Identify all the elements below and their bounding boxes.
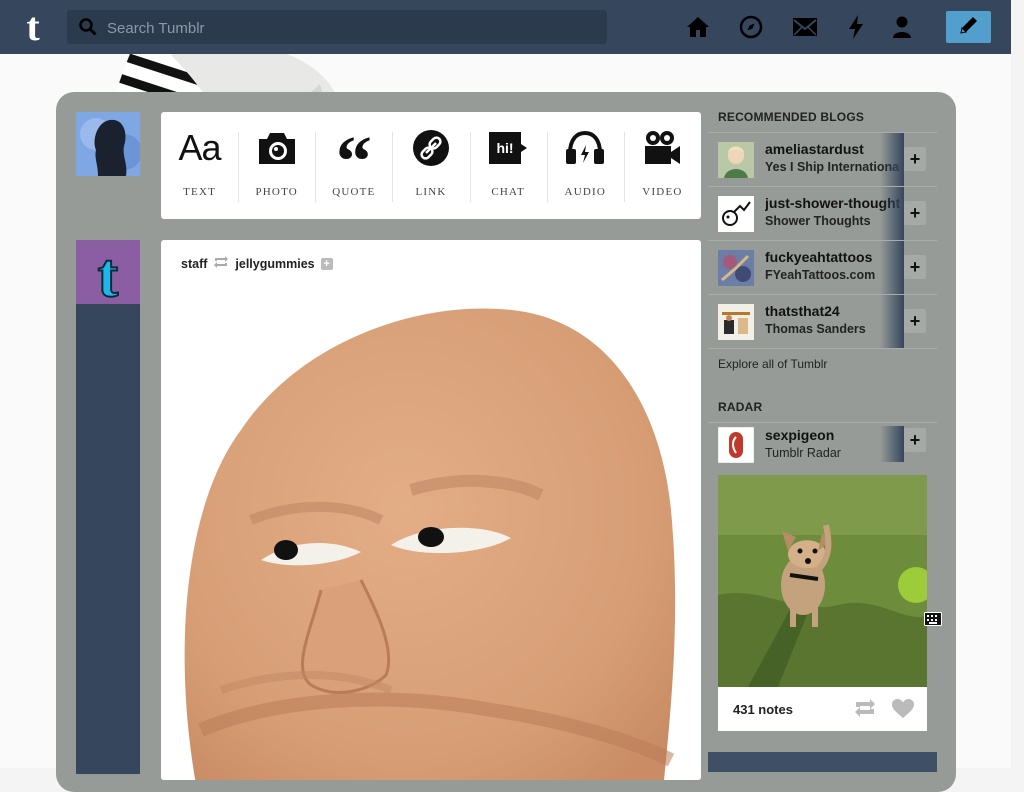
explore-link[interactable]: Explore all of Tumblr (708, 348, 937, 378)
recommended-blogs-title: RECOMMENDED BLOGS (718, 110, 865, 124)
row-fade (880, 426, 904, 462)
follow-button[interactable]: + (904, 201, 926, 225)
chat-icon: hi! (487, 126, 529, 170)
row-fade (880, 295, 904, 348)
home-icon[interactable] (685, 14, 711, 40)
row-fade (880, 133, 904, 186)
post-type-photo[interactable]: PHOTO (238, 112, 315, 219)
recommended-blog-row[interactable]: just-shower-thoughts Shower Thoughts + (708, 186, 937, 240)
camera-icon (257, 126, 297, 170)
notes-count[interactable]: 431 notes (733, 702, 793, 717)
reblog-icon (213, 256, 229, 271)
keyboard-shortcuts-icon[interactable] (924, 612, 942, 631)
row-fade (880, 241, 904, 294)
svg-text:t: t (98, 242, 119, 304)
pencil-icon (958, 14, 980, 41)
post-author-link[interactable]: staff (181, 257, 207, 271)
blog-avatar[interactable] (718, 142, 754, 178)
post-type-bar: Aa TEXT PHOTO “ QUOTE LINK hi! CHAT AUDI… (161, 112, 701, 219)
blog-avatar[interactable] (718, 427, 754, 463)
radar-title: RADAR (718, 400, 763, 414)
headphones-icon (565, 126, 605, 170)
blog-avatar[interactable]: t (76, 240, 140, 304)
follow-button[interactable]: + (904, 147, 926, 171)
search-input[interactable] (105, 10, 589, 46)
post-type-label: TEXT (183, 186, 217, 198)
post-type-chat[interactable]: hi! CHAT (469, 112, 547, 219)
recommended-blog-row[interactable]: fuckyeahtattoos FYeahTattoos.com + (708, 240, 937, 294)
activity-icon[interactable] (843, 14, 869, 40)
post-type-label: VIDEO (642, 186, 683, 198)
svg-text:hi!: hi! (497, 140, 514, 156)
sidebar-footer-bar (708, 752, 937, 772)
reblogged-from-link[interactable]: jellygummies (235, 257, 314, 271)
post-card: staff jellygummies + (161, 240, 701, 780)
row-fade (880, 187, 904, 240)
explore-icon[interactable] (738, 14, 764, 40)
radar-post-card: 431 notes (718, 475, 927, 731)
quote-icon: “ (335, 125, 372, 169)
link-icon (412, 126, 450, 170)
search-box[interactable] (67, 10, 607, 46)
top-bar: t (0, 0, 1011, 54)
post-type-label: LINK (415, 186, 447, 198)
blog-avatar[interactable] (718, 250, 754, 286)
blog-avatar[interactable] (718, 196, 754, 232)
radar-blog-row[interactable]: sexpigeon Tumblr Radar + (708, 422, 937, 467)
recommended-blog-row[interactable]: ameliastardust Yes I Ship International … (708, 132, 937, 186)
post-type-label: CHAT (491, 186, 525, 198)
post-photo[interactable] (161, 290, 701, 780)
search-icon (79, 18, 97, 41)
post-type-audio[interactable]: AUDIO (546, 112, 624, 219)
post-header: staff jellygummies + (181, 256, 333, 271)
post-type-quote[interactable]: “ QUOTE (315, 112, 392, 219)
follow-button[interactable]: + (904, 428, 926, 452)
radar-photo[interactable] (718, 475, 927, 687)
post-type-label: AUDIO (564, 186, 606, 198)
video-camera-icon (643, 126, 681, 170)
follow-plus-icon[interactable]: + (320, 257, 333, 270)
follow-button[interactable]: + (904, 309, 926, 333)
blog-sidebar-column (76, 304, 140, 774)
inbox-icon[interactable] (792, 14, 818, 40)
text-icon: Aa (178, 127, 222, 168)
right-sidebar: RECOMMENDED BLOGS ameliastardust Yes I S… (708, 100, 937, 467)
user-avatar[interactable] (76, 112, 140, 176)
svg-text:t: t (26, 7, 40, 47)
compose-button[interactable] (946, 11, 991, 43)
post-type-link[interactable]: LINK (392, 112, 469, 219)
blog-avatar[interactable] (718, 304, 754, 340)
post-type-text[interactable]: Aa TEXT (161, 112, 238, 219)
heart-icon[interactable] (892, 699, 914, 723)
tumblr-logo-icon[interactable]: t (16, 4, 50, 49)
post-type-video[interactable]: VIDEO (623, 112, 701, 219)
post-type-label: QUOTE (332, 186, 376, 198)
follow-button[interactable]: + (904, 255, 926, 279)
post-type-label: PHOTO (255, 186, 298, 198)
account-icon[interactable] (889, 14, 915, 40)
reblog-icon[interactable] (854, 699, 876, 722)
recommended-blog-row[interactable]: thatsthat24 Thomas Sanders + (708, 294, 937, 348)
